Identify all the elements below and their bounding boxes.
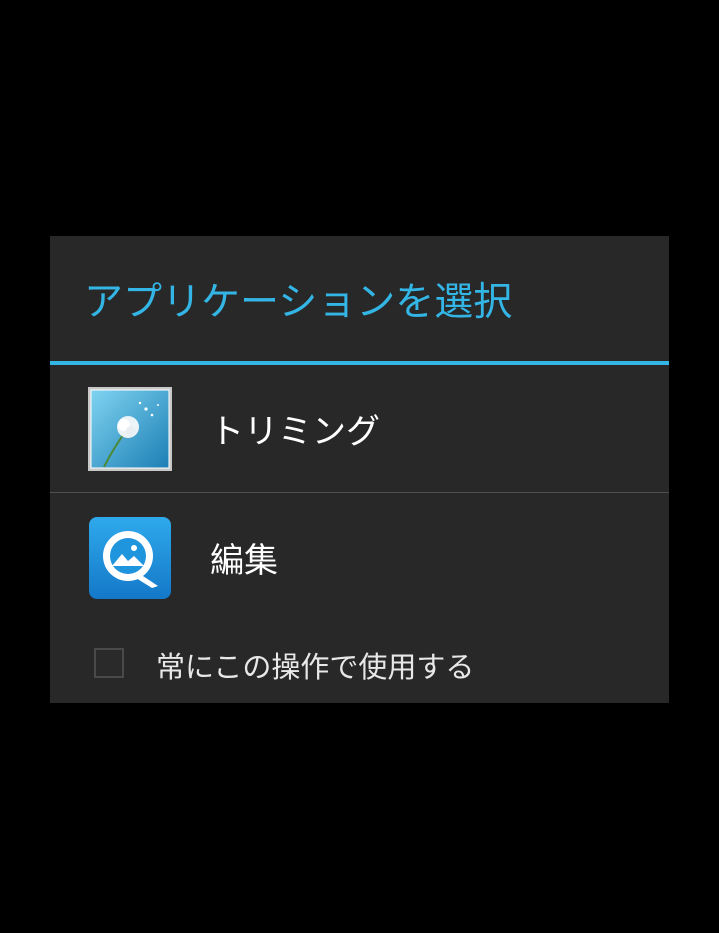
quickpic-q-icon bbox=[88, 516, 172, 600]
dialog-title: アプリケーションを選択 bbox=[50, 236, 669, 365]
app-list: トリミング 編集 bbox=[50, 365, 669, 622]
app-item-trimming[interactable]: トリミング bbox=[50, 365, 669, 493]
dandelion-photo-icon bbox=[88, 386, 172, 471]
app-label-edit: 編集 bbox=[210, 541, 278, 581]
always-use-row[interactable]: 常にこの操作で使用する bbox=[50, 640, 669, 690]
chooser-dialog: アプリケーションを選択 トリミング 編集 常にこの操作で使用する bbox=[50, 236, 669, 703]
always-use-label: 常にこの操作で使用する bbox=[156, 650, 475, 684]
app-label-trimming: トリミング bbox=[210, 412, 380, 452]
always-use-checkbox[interactable] bbox=[94, 648, 124, 678]
app-item-edit[interactable]: 編集 bbox=[50, 493, 669, 622]
